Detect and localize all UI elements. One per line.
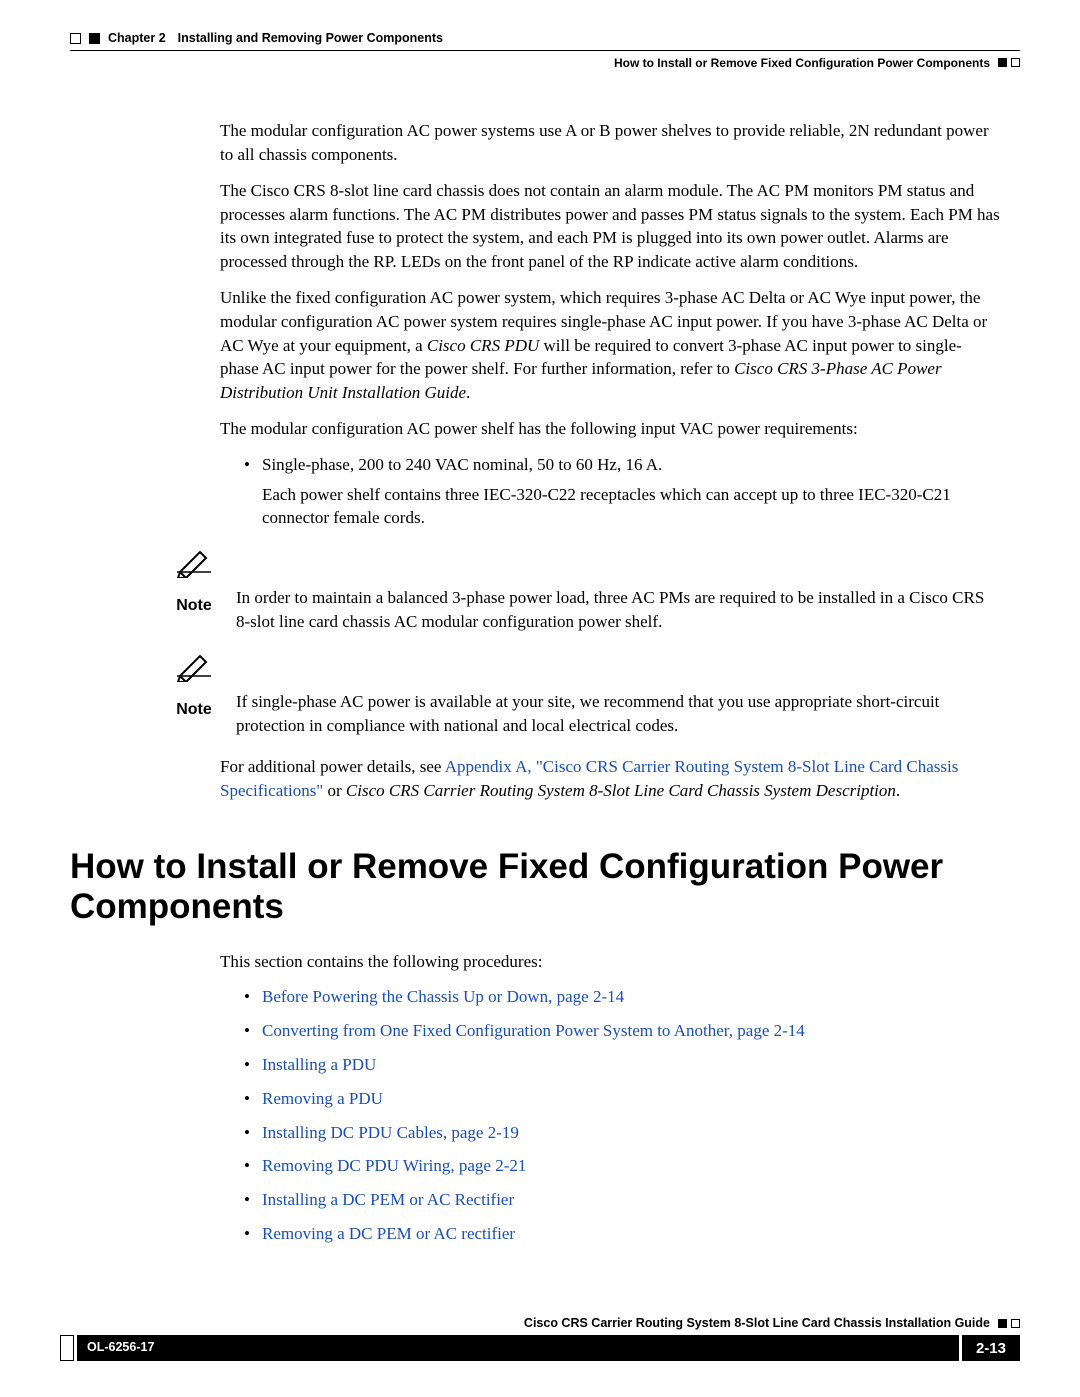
- procedure-link[interactable]: Removing a PDU: [262, 1089, 383, 1108]
- procedure-link-list: Before Powering the Chassis Up or Down, …: [244, 985, 1000, 1245]
- list-item: Before Powering the Chassis Up or Down, …: [244, 985, 1000, 1009]
- section-intro: This section contains the following proc…: [220, 950, 1000, 974]
- header-square-small-fill: [998, 58, 1007, 67]
- header-subtitle-row: How to Install or Remove Fixed Configura…: [70, 55, 1020, 72]
- list-item: Installing a PDU: [244, 1053, 1000, 1077]
- footer-doc-title: Cisco CRS Carrier Routing System 8-Slot …: [524, 1315, 990, 1333]
- requirements-list: Single-phase, 200 to 240 VAC nominal, 50…: [244, 453, 1000, 530]
- footer-square-outline: [1011, 1319, 1020, 1328]
- note-text: In order to maintain a balanced 3-phase …: [236, 548, 1000, 634]
- footer-page-number: 2-13: [962, 1335, 1020, 1361]
- procedure-link[interactable]: Before Powering the Chassis Up or Down, …: [262, 987, 624, 1006]
- paragraph: The Cisco CRS 8-slot line card chassis d…: [220, 179, 1000, 274]
- chapter-label: Chapter 2: [108, 30, 166, 48]
- header-rule: [70, 50, 1020, 51]
- footer-bar: OL-6256-17 2-13: [60, 1335, 1020, 1361]
- paragraph: For additional power details, see Append…: [220, 755, 1000, 803]
- section-content: This section contains the following proc…: [220, 950, 1000, 1246]
- paragraph: Unlike the fixed configuration AC power …: [220, 286, 1000, 405]
- section-heading: How to Install or Remove Fixed Configura…: [70, 847, 1020, 928]
- note-block: Note In order to maintain a balanced 3-p…: [170, 548, 1000, 634]
- paragraph: The modular configuration AC power syste…: [220, 119, 1000, 167]
- pencil-icon: [176, 548, 212, 585]
- procedure-link[interactable]: Converting from One Fixed Configuration …: [262, 1021, 805, 1040]
- list-item: Removing a PDU: [244, 1087, 1000, 1111]
- procedure-link[interactable]: Removing DC PDU Wiring, page 2-21: [262, 1156, 526, 1175]
- procedure-link[interactable]: Installing DC PDU Cables, page 2-19: [262, 1123, 519, 1142]
- paragraph: The modular configuration AC power shelf…: [220, 417, 1000, 441]
- footer-square-fill: [998, 1319, 1007, 1328]
- pencil-icon: [176, 652, 212, 689]
- list-item: Single-phase, 200 to 240 VAC nominal, 50…: [244, 453, 1000, 530]
- header-square-fill: [89, 33, 100, 44]
- note-block: Note If single-phase AC power is availab…: [170, 652, 1000, 738]
- body-content-cont: For additional power details, see Append…: [220, 755, 1000, 803]
- procedure-link[interactable]: Installing a DC PEM or AC Rectifier: [262, 1190, 514, 1209]
- header-square-outline: [70, 33, 81, 44]
- footer-doc-id: OL-6256-17: [77, 1335, 959, 1361]
- footer-title-row: Cisco CRS Carrier Routing System 8-Slot …: [60, 1315, 1020, 1333]
- header-section-title: How to Install or Remove Fixed Configura…: [614, 55, 990, 72]
- list-item: Installing a DC PEM or AC Rectifier: [244, 1188, 1000, 1212]
- list-item: Removing a DC PEM or AC rectifier: [244, 1222, 1000, 1246]
- procedure-link[interactable]: Removing a DC PEM or AC rectifier: [262, 1224, 515, 1243]
- procedure-link[interactable]: Installing a PDU: [262, 1055, 376, 1074]
- footer-bar-outline: [60, 1335, 74, 1361]
- list-item: Installing DC PDU Cables, page 2-19: [244, 1121, 1000, 1145]
- list-item: Converting from One Fixed Configuration …: [244, 1019, 1000, 1043]
- note-label: Note: [176, 595, 212, 617]
- chapter-title: Installing and Removing Power Components: [178, 30, 443, 48]
- header-square-small-outline: [1011, 58, 1020, 67]
- header-top-row: Chapter 2 Installing and Removing Power …: [70, 30, 1020, 48]
- page-footer: Cisco CRS Carrier Routing System 8-Slot …: [60, 1315, 1020, 1362]
- list-item: Removing DC PDU Wiring, page 2-21: [244, 1154, 1000, 1178]
- note-label: Note: [176, 699, 212, 721]
- page-header: Chapter 2 Installing and Removing Power …: [70, 30, 1020, 71]
- note-text: If single-phase AC power is available at…: [236, 652, 1000, 738]
- body-content: The modular configuration AC power syste…: [220, 119, 1000, 530]
